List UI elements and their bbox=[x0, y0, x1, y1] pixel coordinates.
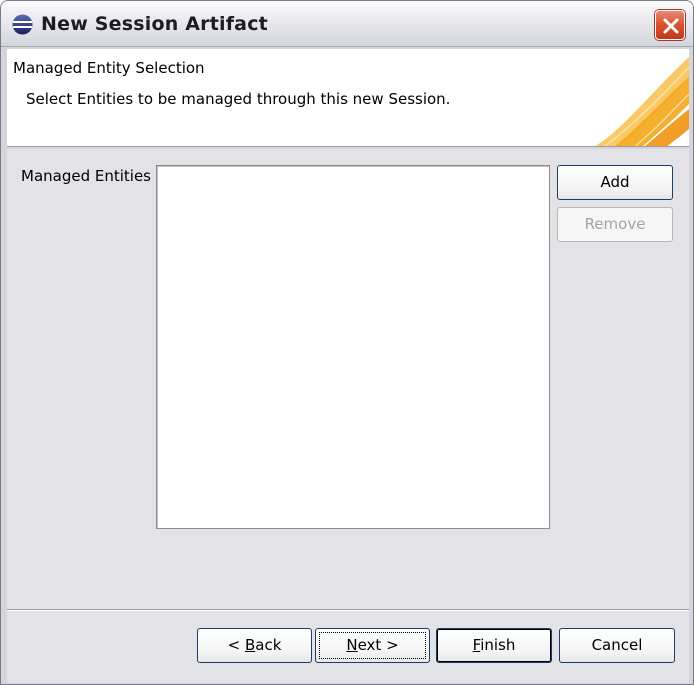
back-button[interactable]: < Back bbox=[197, 628, 312, 663]
page-description: Select Entities to be managed through th… bbox=[26, 90, 451, 108]
wizard-footer: < Back Next > Finish Cancel bbox=[7, 611, 689, 683]
title-bar[interactable]: New Session Artifact bbox=[1, 1, 693, 47]
cancel-button-label: Cancel bbox=[591, 636, 643, 654]
close-icon bbox=[663, 18, 679, 34]
add-button-label: Add bbox=[600, 173, 630, 191]
close-button[interactable] bbox=[655, 10, 685, 40]
cancel-button[interactable]: Cancel bbox=[559, 628, 675, 663]
next-button-mnemonic: N bbox=[346, 636, 358, 654]
new-session-artifact-dialog: New Session Artifact Managed Entity Sele… bbox=[0, 0, 694, 685]
managed-entities-list[interactable] bbox=[156, 165, 550, 529]
remove-button[interactable]: Remove bbox=[557, 207, 673, 242]
add-button[interactable]: Add bbox=[557, 165, 673, 200]
finish-button-rest: inish bbox=[480, 636, 516, 654]
window-title: New Session Artifact bbox=[41, 13, 268, 35]
eclipse-icon bbox=[12, 14, 33, 35]
next-button[interactable]: Next > bbox=[315, 628, 430, 663]
remove-button-label: Remove bbox=[584, 215, 646, 233]
next-button-rest: ext > bbox=[357, 636, 399, 654]
content-area: Managed Entities Add Remove bbox=[7, 149, 689, 609]
managed-entities-label: Managed Entities bbox=[21, 167, 151, 185]
back-button-prefix: < bbox=[227, 636, 245, 654]
finish-button[interactable]: Finish bbox=[436, 628, 552, 663]
wizard-banner-graphic bbox=[595, 57, 689, 146]
back-button-mnemonic: B bbox=[244, 636, 256, 654]
wizard-header: Managed Entity Selection Select Entities… bbox=[7, 49, 689, 147]
back-button-rest: ack bbox=[255, 636, 282, 654]
page-title: Managed Entity Selection bbox=[13, 59, 205, 77]
